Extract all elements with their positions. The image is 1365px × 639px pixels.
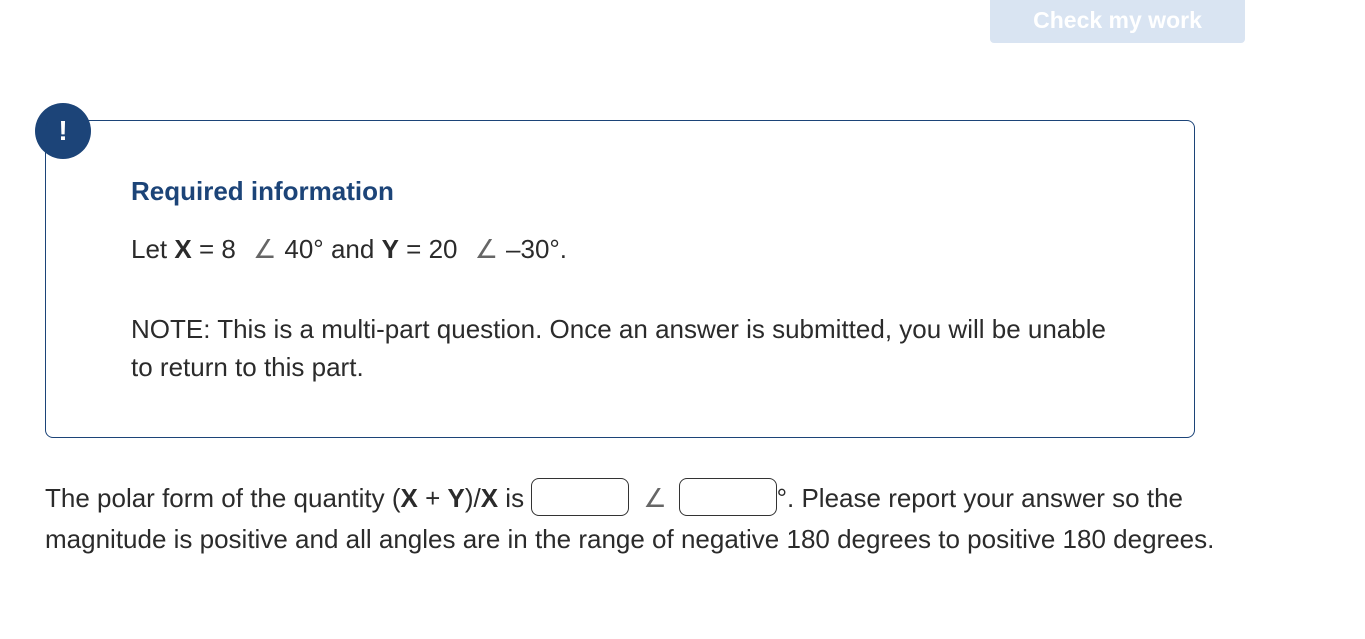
question-x-variable-2: X (480, 483, 499, 513)
x-magnitude: = 8 (198, 234, 236, 264)
question-text: The polar form of the quantity (X + Y)/X… (45, 478, 1225, 560)
question-divide: )/ (464, 483, 481, 513)
question-y-variable: Y (447, 483, 465, 513)
y-magnitude: = 20 (406, 234, 458, 264)
given-values: Let X = 8 ∠ 40° and Y = 20 ∠ –30°. (131, 234, 567, 265)
multi-part-note: NOTE: This is a multi-part question. Onc… (131, 314, 1106, 382)
y-angle: –30°. (506, 234, 568, 264)
check-my-work-button[interactable]: Check my work (990, 0, 1245, 43)
angle-input[interactable] (678, 478, 777, 517)
question-prefix: The polar form of the quantity ( (45, 483, 401, 513)
x-angle: 40° (284, 234, 324, 264)
question-plus: + (417, 483, 448, 513)
question-is: is (498, 483, 532, 513)
and-label: and (330, 234, 375, 264)
angle-icon: ∠ (643, 483, 667, 513)
x-variable: X (174, 234, 192, 264)
magnitude-input[interactable] (531, 478, 630, 517)
let-label: Let (131, 234, 168, 264)
required-info-box (45, 120, 1195, 438)
y-variable: Y (381, 234, 399, 264)
angle-icon: ∠ (474, 234, 499, 264)
required-info-title: Required information (131, 176, 394, 206)
angle-icon: ∠ (253, 234, 277, 264)
question-x-variable: X (400, 483, 418, 513)
